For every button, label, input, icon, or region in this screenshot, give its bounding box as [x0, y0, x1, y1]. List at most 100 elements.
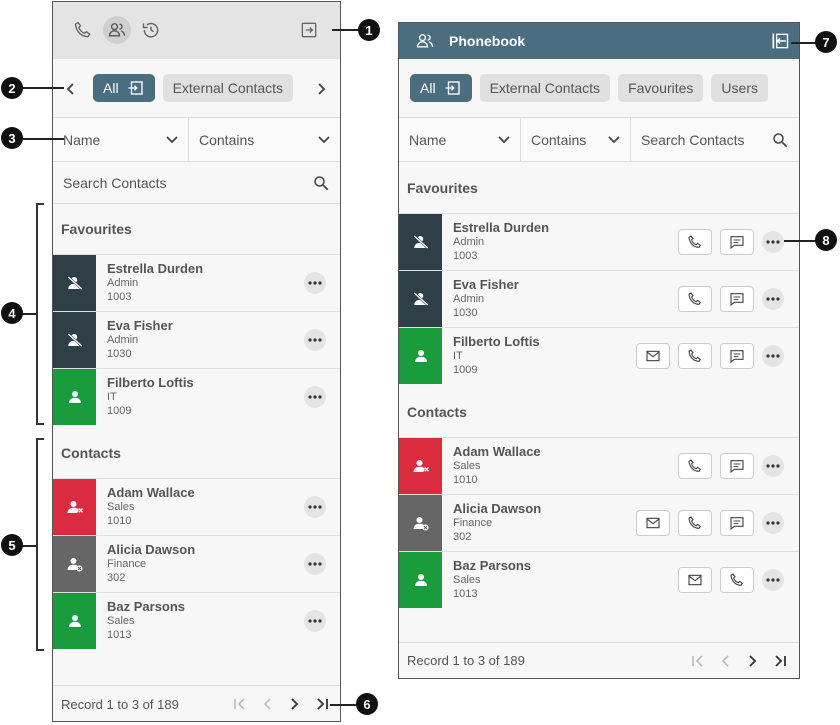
contacts-heading: Contacts: [407, 404, 467, 420]
more-options-button[interactable]: [762, 569, 784, 591]
contact-row[interactable]: Estrella Durden Admin 1003: [53, 254, 340, 311]
message-button[interactable]: [720, 343, 754, 369]
more-icon: [766, 578, 780, 582]
dnd-status-icon: [399, 271, 442, 327]
contact-extension: 302: [107, 572, 126, 584]
contact-row[interactable]: Eva Fisher Admin 1030: [399, 270, 799, 327]
search-input[interactable]: Search Contacts: [631, 118, 799, 161]
busy-status-icon: [53, 479, 96, 535]
more-options-button[interactable]: [304, 386, 326, 408]
chip-favourites[interactable]: Favourites: [618, 74, 704, 102]
message-button[interactable]: [720, 286, 754, 312]
first-page-icon[interactable]: [233, 698, 247, 710]
contacts-tab-icon[interactable]: [103, 16, 131, 44]
email-icon: [645, 348, 661, 364]
operator-dropdown[interactable]: Contains: [189, 118, 340, 161]
last-page-icon[interactable]: [315, 698, 329, 710]
contact-row[interactable]: Alicia Dawson Finance 302: [53, 535, 340, 592]
contact-row[interactable]: Alicia Dawson Finance 302: [399, 494, 799, 551]
favourites-heading: Favourites: [61, 221, 132, 237]
contact-row[interactable]: Filberto Loftis IT 1009: [53, 368, 340, 425]
more-options-button[interactable]: [762, 288, 784, 310]
phone-icon[interactable]: [73, 20, 93, 40]
contact-row[interactable]: Adam Wallace Sales 1010: [399, 437, 799, 494]
contact-row[interactable]: Baz Parsons Sales 1013: [399, 551, 799, 608]
call-button[interactable]: [720, 567, 754, 593]
prev-page-icon[interactable]: [721, 655, 731, 667]
pager: [691, 655, 787, 667]
operator-dropdown[interactable]: Contains: [521, 118, 631, 161]
more-options-button[interactable]: [304, 329, 326, 351]
email-button[interactable]: [636, 510, 670, 536]
phonebook-panel-mobile: All External Contacts Name Contains Sear…: [52, 1, 341, 722]
message-icon: [729, 458, 745, 474]
operator-dropdown-value: Contains: [531, 131, 587, 148]
contact-row[interactable]: Baz Parsons Sales 1013: [53, 592, 340, 649]
call-icon: [729, 572, 745, 588]
search-icon[interactable]: [312, 174, 330, 192]
chevron-down-icon: [318, 135, 330, 144]
collapse-icon[interactable]: [770, 31, 790, 51]
phonebook-header: Phonebook: [399, 23, 799, 59]
prev-page-icon[interactable]: [263, 698, 273, 710]
message-button[interactable]: [720, 510, 754, 536]
call-button[interactable]: [678, 286, 712, 312]
callout-6: 6: [356, 693, 378, 715]
contact-row[interactable]: Adam Wallace Sales 1010: [53, 478, 340, 535]
history-icon[interactable]: [141, 20, 161, 40]
message-button[interactable]: [720, 229, 754, 255]
field-dropdown[interactable]: Name: [399, 118, 521, 161]
call-button[interactable]: [678, 343, 712, 369]
contact-row[interactable]: Eva Fisher Admin 1030: [53, 311, 340, 368]
last-page-icon[interactable]: [773, 655, 787, 667]
more-icon: [766, 240, 780, 244]
contact-row[interactable]: Estrella Durden Admin 1003: [399, 213, 799, 270]
call-button[interactable]: [678, 510, 712, 536]
search-icon[interactable]: [771, 131, 789, 149]
dnd-status-icon: [53, 255, 96, 311]
more-options-button[interactable]: [304, 610, 326, 632]
chip-external-label: External Contacts: [172, 80, 284, 96]
chip-external-contacts[interactable]: External Contacts: [162, 74, 294, 102]
filter-row: Name Contains: [53, 117, 340, 162]
chip-external-contacts[interactable]: External Contacts: [479, 74, 611, 102]
more-options-button[interactable]: [762, 345, 784, 367]
filter-chips-desktop: All External Contacts Favourites Users: [410, 74, 768, 102]
first-page-icon[interactable]: [691, 655, 705, 667]
offline-status-icon: [53, 536, 96, 592]
contact-extension: 1030: [107, 348, 132, 360]
email-button[interactable]: [636, 343, 670, 369]
chip-all[interactable]: All: [410, 74, 472, 102]
more-options-button[interactable]: [762, 231, 784, 253]
chevron-right-icon[interactable]: [315, 82, 327, 96]
dnd-status-icon: [53, 312, 96, 368]
message-button[interactable]: [720, 453, 754, 479]
field-dropdown[interactable]: Name: [53, 118, 189, 161]
message-icon: [729, 291, 745, 307]
email-button[interactable]: [678, 567, 712, 593]
more-options-button[interactable]: [304, 553, 326, 575]
chip-users[interactable]: Users: [711, 74, 768, 102]
chevron-down-icon: [608, 135, 620, 144]
chevron-left-icon[interactable]: [65, 82, 77, 96]
chip-all[interactable]: All: [93, 74, 155, 102]
more-options-button[interactable]: [762, 512, 784, 534]
contact-extension: 1003: [107, 291, 132, 303]
contact-extension: 1013: [107, 629, 132, 641]
exit-icon[interactable]: [299, 20, 319, 40]
contact-row[interactable]: Filberto Loftis IT 1009: [399, 327, 799, 384]
more-options-button[interactable]: [304, 496, 326, 518]
phonebook-title: Phonebook: [449, 33, 526, 49]
search-input[interactable]: Search Contacts: [53, 162, 340, 204]
more-options-button[interactable]: [762, 455, 784, 477]
callout-1: 1: [358, 19, 380, 41]
next-page-icon[interactable]: [289, 698, 299, 710]
contact-name: Estrella Durden: [107, 261, 204, 276]
call-button[interactable]: [678, 453, 712, 479]
message-icon: [729, 234, 745, 250]
more-options-button[interactable]: [304, 272, 326, 294]
phonebook-panel-desktop: Phonebook All External Contacts Favourit…: [398, 22, 800, 679]
call-button[interactable]: [678, 229, 712, 255]
next-page-icon[interactable]: [747, 655, 757, 667]
chip-external-label: External Contacts: [489, 80, 601, 96]
